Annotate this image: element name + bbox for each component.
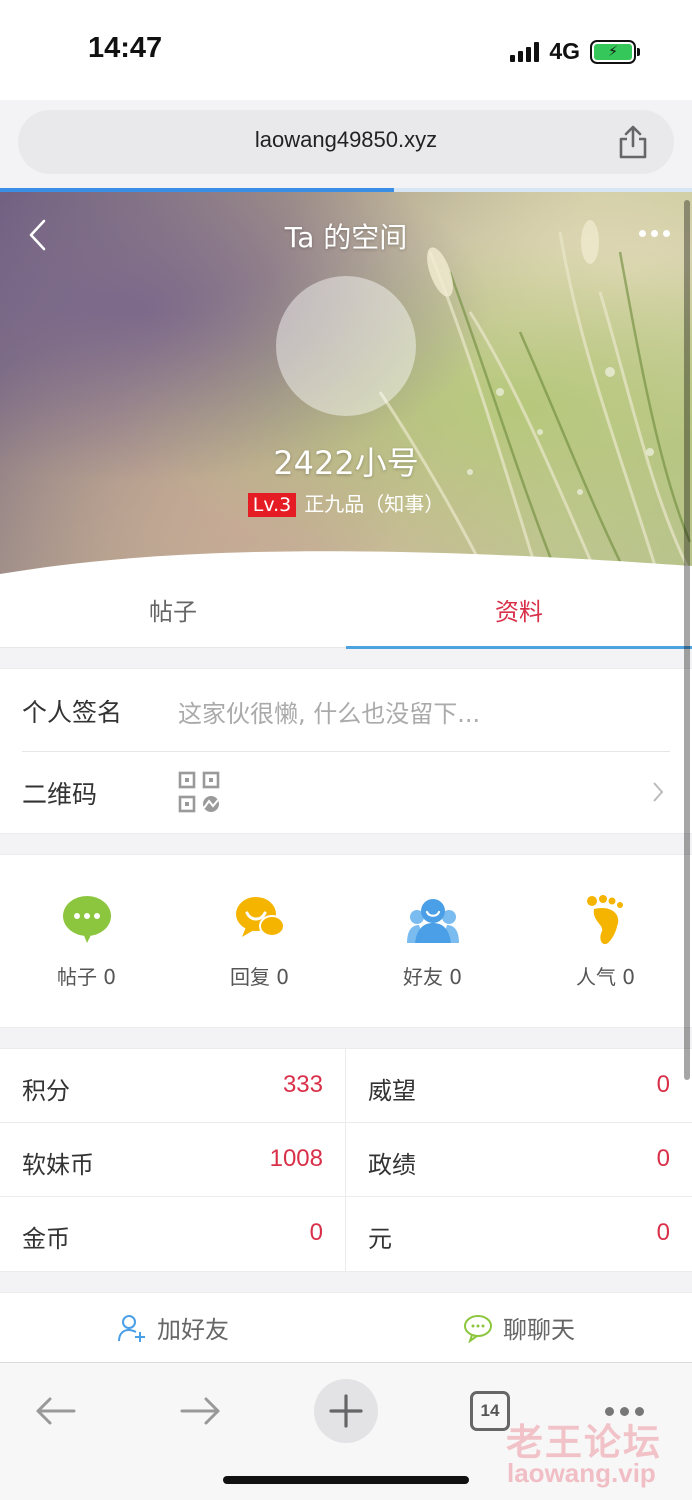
- browser-back-button[interactable]: [24, 1379, 88, 1443]
- stat-popularity[interactable]: 人气 0: [519, 855, 692, 1027]
- arrow-right-icon: [180, 1397, 220, 1425]
- tab-posts[interactable]: 帖子: [0, 580, 346, 648]
- signature-row: 个人签名 这家伙很懒, 什么也没留下...: [0, 669, 692, 751]
- watermark-url: laowang.vip: [507, 1458, 656, 1488]
- chat-label: 聊聊天: [503, 1316, 575, 1344]
- stats-card: 帖子 0 回复 0 好友 0 人气 0: [0, 854, 692, 1028]
- credit-value: 0: [656, 1219, 670, 1246]
- add-friend-label: 加好友: [157, 1316, 229, 1344]
- chat-icon: [464, 1314, 492, 1343]
- page-title: Ta 的空间: [284, 221, 408, 254]
- stat-replies-label: 回复 0: [229, 965, 290, 989]
- tab-count: 14: [470, 1391, 510, 1431]
- credit-label: 积分: [22, 1077, 70, 1105]
- new-tab-button[interactable]: [314, 1379, 378, 1443]
- stat-popularity-label: 人气 0: [575, 965, 636, 989]
- credit-yuan: 元0: [346, 1197, 692, 1271]
- arrow-left-icon: [36, 1397, 76, 1425]
- credit-value: 1008: [269, 1145, 323, 1172]
- chat-bubble-icon: [62, 896, 111, 943]
- signal-icon: [510, 41, 540, 62]
- credit-merit: 政绩 0: [346, 1123, 692, 1197]
- stat-posts[interactable]: 帖子 0: [0, 855, 173, 1027]
- credit-value: 0: [656, 1071, 670, 1098]
- footprint-icon: [586, 895, 623, 945]
- status-bar: 14:47 4G ⚡: [0, 0, 692, 100]
- profile-header: Ta 的空间 2422小号 Lv.3 正九品（知事）: [0, 192, 692, 582]
- level-badge: Lv.3: [247, 493, 297, 517]
- signature-label: 个人签名: [22, 698, 123, 727]
- status-indicators: 4G ⚡: [510, 38, 640, 65]
- level-row: Lv.3 正九品（知事）: [0, 488, 692, 517]
- browser-forward-button[interactable]: [168, 1379, 232, 1443]
- credit-label: 元: [368, 1225, 392, 1253]
- credit-label: 金币: [22, 1225, 70, 1253]
- qrcode-label: 二维码: [22, 780, 98, 809]
- credits-card: 积分 333 威望 0 软妹币 1008 政绩 0 金币 0 元0: [0, 1048, 692, 1272]
- address-bar[interactable]: laowang49850.xyz: [18, 110, 674, 174]
- credit-label: 软妹币: [22, 1151, 94, 1179]
- add-friend-button[interactable]: 加好友: [0, 1293, 346, 1362]
- home-indicator[interactable]: [223, 1476, 469, 1484]
- add-user-icon: [118, 1314, 145, 1342]
- username: 2422小号: [273, 444, 419, 482]
- scrollbar[interactable]: [684, 200, 690, 1080]
- more-options-icon[interactable]: [639, 230, 670, 237]
- action-bar: 加好友 聊聊天: [0, 1292, 692, 1362]
- credit-coins: 软妹币 1008: [0, 1123, 346, 1197]
- plus-icon: [329, 1394, 363, 1428]
- stat-replies[interactable]: 回复 0: [173, 855, 346, 1027]
- reply-icon: [235, 897, 285, 937]
- chat-button[interactable]: 聊聊天: [346, 1293, 692, 1362]
- credit-value: 0: [656, 1145, 670, 1172]
- network-type: 4G: [549, 38, 580, 64]
- url-text[interactable]: laowang49850.xyz: [18, 127, 674, 153]
- tab-profile[interactable]: 资料: [346, 580, 692, 649]
- share-icon[interactable]: [616, 124, 650, 160]
- stat-posts-label: 帖子 0: [56, 965, 117, 989]
- credit-label: 政绩: [368, 1151, 416, 1179]
- status-time: 14:47: [88, 32, 163, 64]
- battery-icon: ⚡: [590, 39, 640, 64]
- profile-info-card: 个人签名 这家伙很懒, 什么也没留下... 二维码: [0, 668, 692, 834]
- tab-bar: 帖子 资料: [0, 580, 692, 649]
- qrcode-icon: [178, 771, 220, 813]
- signature-value: 这家伙很懒, 什么也没留下...: [178, 700, 481, 728]
- header-wave: [0, 551, 692, 582]
- credit-value: 333: [282, 1071, 323, 1098]
- qrcode-row[interactable]: 二维码: [0, 751, 692, 833]
- stat-friends-label: 好友 0: [402, 965, 463, 989]
- stat-friends[interactable]: 好友 0: [346, 855, 519, 1027]
- avatar[interactable]: [276, 276, 416, 416]
- credit-value: 0: [309, 1219, 323, 1246]
- friends-icon: [406, 899, 459, 943]
- credit-points: 积分 333: [0, 1049, 346, 1123]
- rank-title: 正九品（知事）: [304, 492, 445, 516]
- credit-gold: 金币 0: [0, 1197, 346, 1271]
- credit-label: 威望: [368, 1077, 416, 1105]
- chevron-right-icon: [653, 782, 664, 802]
- credit-prestige: 威望 0: [346, 1049, 692, 1123]
